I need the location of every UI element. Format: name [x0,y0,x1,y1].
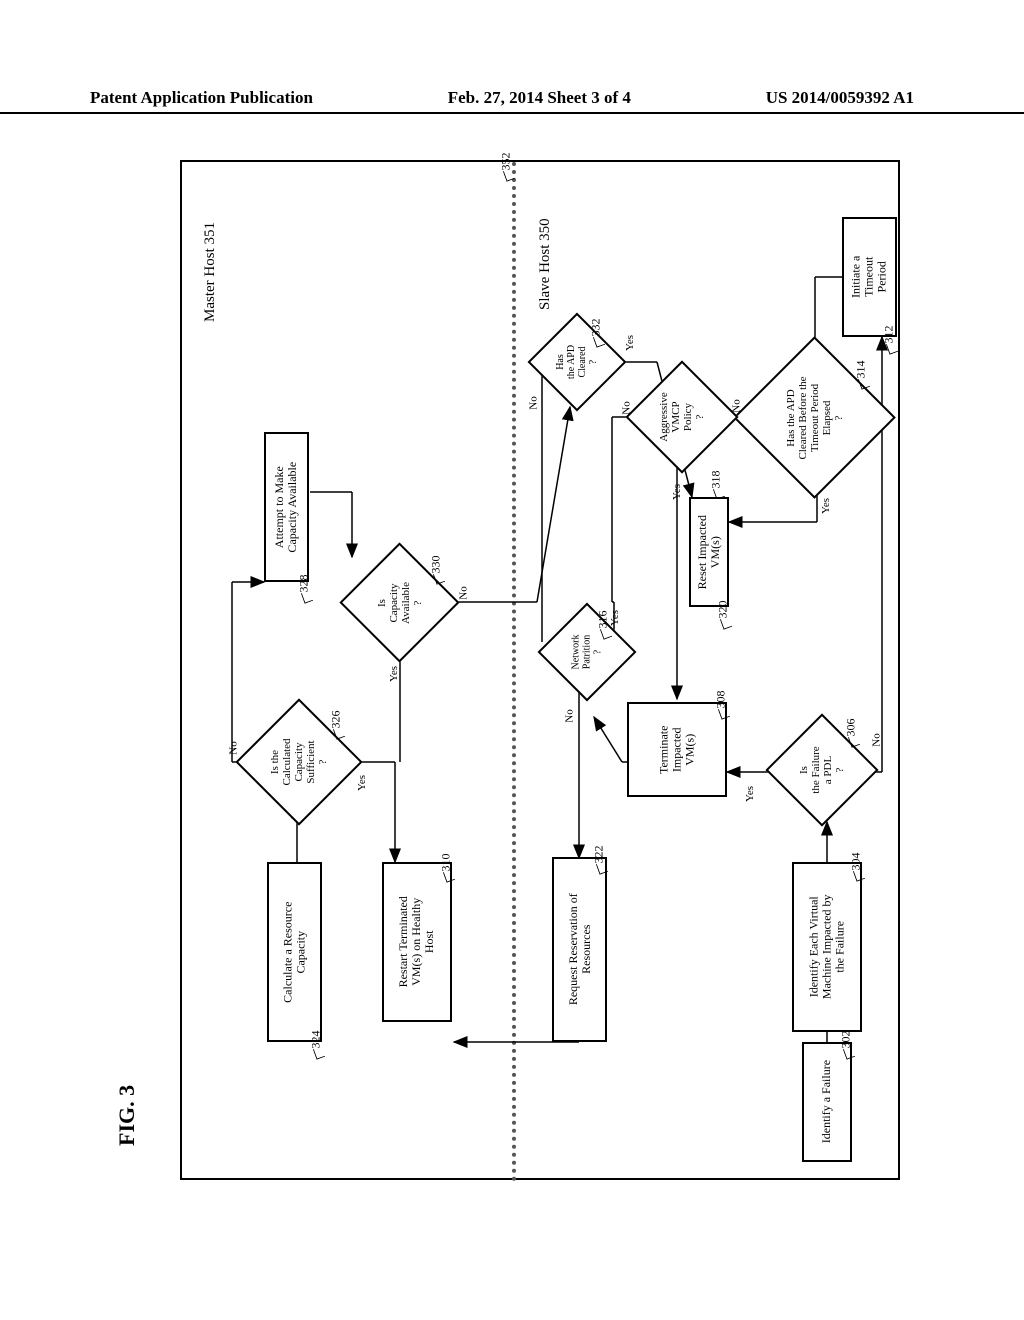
lbl-318-no: No [621,401,633,414]
lbl-306-no: No [871,733,883,746]
node-326-text: Is theCalculatedCapacitySufficient? [269,738,329,785]
node-terminate-vms: TerminateImpactedVM(s) [627,702,727,797]
node-308-text: TerminateImpactedVM(s) [657,725,697,773]
master-host-header: Master Host 351 [202,222,219,322]
lbl-326-no: No [228,741,240,754]
figure-label: FIG. 3 [114,1085,140,1146]
lbl-332-no: No [528,396,540,409]
header-mid: Feb. 27, 2014 Sheet 3 of 4 [448,88,631,108]
ref-318: 318 [709,471,724,489]
flowchart-frame: Master Host 351 Slave Host 350 352 [180,160,900,1180]
node-320-text: Reset ImpactedVM(s) [696,515,722,589]
lbl-316-no: No [564,709,576,722]
node-calculate-capacity: Calculate a ResourceCapacity [267,862,322,1042]
node-initiate-timeout: Initiate aTimeoutPeriod [842,217,897,337]
node-306-text: Isthe Failurea PDL? [798,746,846,793]
ref-324: 324 [309,1031,324,1049]
lbl-316-yes: Yes [609,610,621,626]
ref-306: 306 [844,719,859,737]
ref-314: 314 [854,361,869,379]
lbl-306-yes: Yes [744,786,756,802]
node-318-text: AggressiveVMCPPolicy? [658,392,706,442]
lbl-332-yes: Yes [624,335,636,351]
figure-area: FIG. 3 Master Host 351 Slave Host 350 35… [120,160,900,1190]
node-312-text: Initiate aTimeoutPeriod [850,256,890,298]
lbl-330-no: No [458,586,470,599]
node-328-text: Attempt to MakeCapacity Available [273,462,299,553]
node-310-text: Restart TerminatedVM(s) on HealthyHost [397,896,437,987]
ref-330: 330 [429,556,444,574]
node-identify-failure: Identify a Failure [802,1042,852,1162]
node-network-partition: NetworkPatrition? [552,617,622,687]
node-302-text: Identify a Failure [820,1060,833,1143]
node-330-text: IsCapacityAvailable? [375,582,423,624]
ref-304: 304 [849,853,864,871]
lbl-326-yes: Yes [356,775,368,791]
slave-host-header: Slave Host 350 [537,218,554,310]
ref-312: 312 [882,326,897,344]
node-capacity-sufficient: Is theCalculatedCapacitySufficient? [254,717,344,807]
node-304-text: Identify Each VirtualMachine Impacted by… [807,895,847,1000]
lbl-330-yes: Yes [388,666,400,682]
ref-308: 308 [714,691,729,709]
ref-328: 328 [297,575,312,593]
node-request-reservation: Request Reservation ofResources [552,857,607,1042]
lbl-318-yes: Yes [671,484,683,500]
node-316-text: NetworkPatrition? [571,635,604,670]
node-identify-impacted-vm: Identify Each VirtualMachine Impacted by… [792,862,862,1032]
ref-332: 332 [589,319,604,337]
ref-322: 322 [592,846,607,864]
ref-320: 320 [716,601,731,619]
lbl-314-yes: Yes [820,498,832,514]
ref-302: 302 [839,1031,854,1049]
page-header: Patent Application Publication Feb. 27, … [0,88,1024,114]
node-322-text: Request Reservation ofResources [566,894,592,1006]
ref-326: 326 [329,711,344,729]
node-332-text: Hasthe APDCleared? [555,345,599,379]
node-restart-terminated: Restart TerminatedVM(s) on HealthyHost [382,862,452,1022]
node-314-text: Has the APDCleared Before theTimeout Per… [784,376,844,459]
ref-352: 352 [499,153,514,171]
node-aggressive-vmcp: AggressiveVMCPPolicy? [642,377,722,457]
header-right: US 2014/0059392 A1 [766,88,914,108]
node-324-text: Calculate a ResourceCapacity [281,901,307,1002]
node-reset-impacted-vms: Reset ImpactedVM(s) [689,497,729,607]
ref-310: 310 [439,854,454,872]
host-divider [512,162,516,1182]
header-left: Patent Application Publication [90,88,313,108]
node-attempt-make-capacity: Attempt to MakeCapacity Available [264,432,309,582]
